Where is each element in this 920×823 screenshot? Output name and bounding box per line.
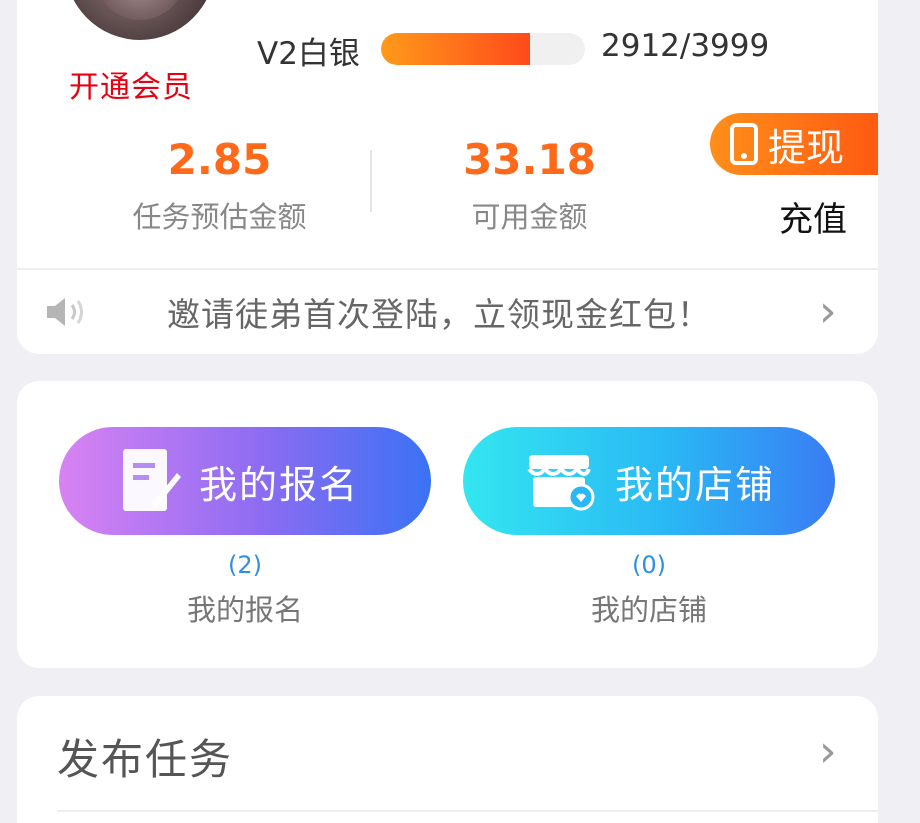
my-signups-button[interactable]: 我的报名 [59, 427, 431, 535]
signups-count: (2) [228, 551, 262, 579]
avatar[interactable] [65, 0, 215, 40]
estimated-task-amount[interactable]: 2.85 任务预估金额 [107, 132, 332, 236]
level-progress-fill [381, 33, 530, 65]
available-amount-value: 33.18 [463, 135, 596, 184]
my-shop-button[interactable]: 我的店铺 [463, 427, 835, 535]
features-card: 我的报名 我的店铺 (2) 我的报名 (0) 我的店铺 [17, 381, 878, 668]
signup-form-icon [123, 449, 181, 511]
shop-icon [527, 455, 595, 511]
chevron-right-icon: › [819, 726, 837, 777]
my-signups-button-label: 我的报名 [199, 462, 360, 507]
member-level-label: V2白银 [257, 36, 360, 72]
level-progress-text: 2912/3999 [601, 28, 770, 64]
notice-text: 邀请徒弟首次登陆，立领现金红包！ [167, 295, 711, 334]
chevron-right-icon: › [819, 286, 837, 337]
open-vip-link[interactable]: 开通会员 [69, 62, 193, 106]
publish-task-card[interactable]: 发布任务 › [17, 696, 878, 823]
my-shop-label[interactable]: 我的店铺 [549, 587, 749, 629]
stats-divider [370, 150, 372, 212]
withdraw-button[interactable]: 提现 [710, 113, 878, 175]
recharge-button[interactable]: 充值 [779, 192, 847, 241]
shop-count: (0) [632, 551, 666, 579]
estimated-task-amount-label: 任务预估金额 [132, 200, 307, 234]
account-summary-card: 开通会员 V2白银 2912/3999 2.85 任务预估金额 33.18 可用… [17, 0, 878, 354]
level-progress-bar [381, 33, 585, 65]
publish-task-label: 发布任务 [57, 735, 234, 784]
available-amount-label: 可用金额 [471, 200, 588, 234]
available-amount[interactable]: 33.18 可用金额 [417, 132, 642, 236]
phone-icon [730, 123, 758, 165]
divider [57, 810, 878, 812]
my-shop-button-label: 我的店铺 [615, 462, 776, 507]
estimated-task-amount-value: 2.85 [167, 135, 272, 184]
notice-bar[interactable]: 邀请徒弟首次登陆，立领现金红包！ › [17, 270, 878, 354]
speaker-icon [47, 298, 83, 326]
my-signups-label[interactable]: 我的报名 [145, 587, 345, 629]
withdraw-label: 提现 [768, 125, 845, 170]
